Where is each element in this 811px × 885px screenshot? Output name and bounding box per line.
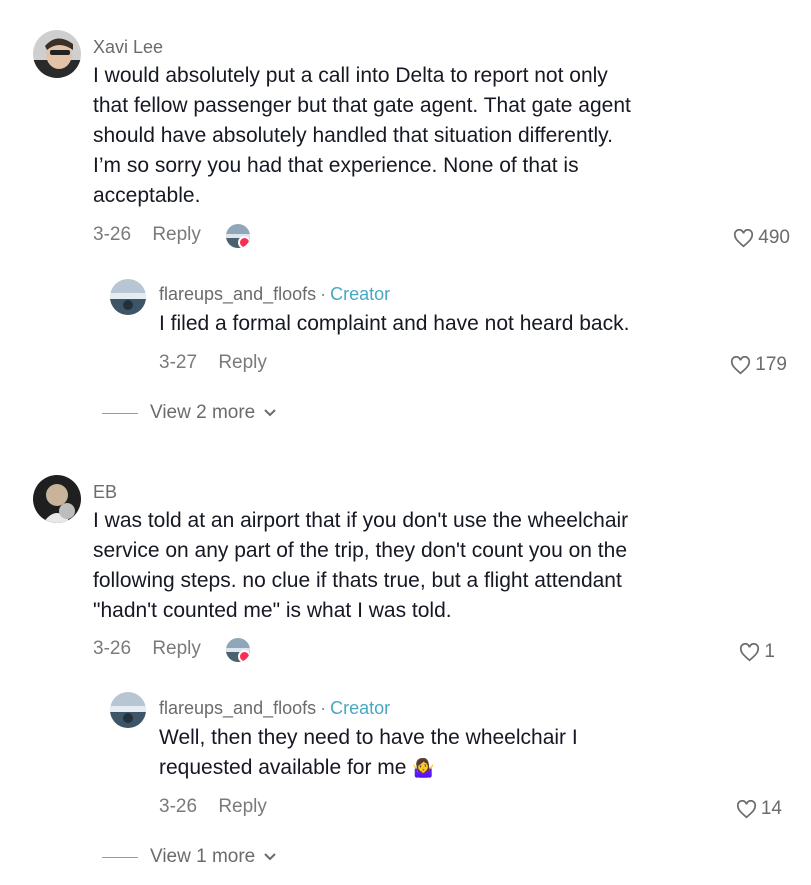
avatar[interactable] — [33, 475, 81, 523]
like-count: 179 — [755, 354, 787, 375]
like-count: 1 — [764, 641, 775, 662]
comment-text-line: service on any part of the trip, they do… — [93, 539, 628, 562]
reply-username-line: flareups_and_floofs · Creator — [159, 283, 390, 305]
comment-text: I was told at an airport that if you don… — [93, 506, 793, 626]
reply-text-line: requested available for me 🤷‍♀️ — [159, 753, 779, 783]
comment-username[interactable]: EB — [93, 481, 117, 503]
reply-username-line: flareups_and_floofs · Creator — [159, 697, 390, 719]
comment-text-line: I’m so sorry you had that experience. No… — [93, 154, 579, 177]
comment-username[interactable]: Xavi Lee — [93, 36, 163, 58]
comment-meta: 3-26 Reply — [93, 637, 201, 661]
reply-button[interactable]: Reply — [218, 352, 267, 373]
heart-outline-icon — [740, 642, 760, 661]
separator: · — [320, 698, 327, 718]
comment-date: 3-26 — [93, 224, 132, 245]
heart-outline-icon — [736, 799, 756, 818]
view-more-replies-button[interactable]: View 1 more — [102, 845, 277, 869]
reply-button[interactable]: Reply — [218, 796, 267, 817]
comment-meta: 3-26 Reply — [93, 223, 201, 247]
avatar[interactable] — [33, 30, 81, 78]
chevron-down-icon — [264, 409, 276, 417]
comment-date: 3-26 — [93, 638, 132, 659]
chevron-down-icon — [264, 853, 276, 861]
reply-meta: 3-26 Reply — [159, 795, 267, 819]
like-button[interactable]: 179 — [730, 353, 787, 377]
liked-by-creator-badge — [238, 236, 250, 248]
comment-text-line: that fellow passenger but that gate agen… — [93, 94, 631, 117]
divider-line — [102, 412, 138, 414]
creator-badge: Creator — [330, 284, 391, 304]
reply-avatar[interactable] — [110, 692, 146, 728]
heart-outline-icon — [731, 355, 751, 374]
divider-line — [102, 856, 138, 858]
like-count: 490 — [758, 227, 790, 248]
view-more-label: View 2 more — [150, 402, 256, 423]
creator-liked-avatar-icon[interactable] — [226, 638, 250, 662]
reply-button[interactable]: Reply — [152, 224, 201, 245]
like-count: 14 — [760, 798, 782, 819]
like-button[interactable]: 1 — [739, 640, 775, 664]
comment-text-line: "hadn't counted me" is what I was told. — [93, 599, 452, 622]
reply-text: Well, then they need to have the wheelch… — [159, 723, 779, 783]
reply-username[interactable]: flareups_and_floofs — [159, 698, 316, 718]
reply-avatar[interactable] — [110, 279, 146, 315]
comment-1: Xavi Lee I would absolutely put a call i… — [0, 0, 811, 440]
view-more-replies-button[interactable]: View 2 more — [102, 401, 277, 425]
reply-text: I filed a formal complaint and have not … — [159, 309, 779, 339]
liked-by-creator-badge — [238, 650, 250, 662]
reply-text-line: Well, then they need to have the wheelch… — [159, 726, 578, 749]
reply-text-line-2: requested available for me — [159, 756, 407, 779]
separator: · — [320, 284, 327, 304]
comment-2: EB I was told at an airport that if you … — [0, 440, 811, 885]
shrug-emoji: 🤷‍♀️ — [412, 758, 435, 778]
comment-text-line: acceptable. — [93, 184, 201, 207]
reply-meta: 3-27 Reply — [159, 351, 267, 375]
reply-date: 3-27 — [159, 352, 198, 373]
comment-text: I would absolutely put a call into Delta… — [93, 61, 793, 211]
like-button[interactable]: 490 — [733, 226, 790, 250]
reply-username[interactable]: flareups_and_floofs — [159, 284, 316, 304]
creator-badge: Creator — [330, 698, 391, 718]
comment-text-line: should have absolutely handled that situ… — [93, 124, 613, 147]
reply-date: 3-26 — [159, 796, 198, 817]
comment-text-line: I was told at an airport that if you don… — [93, 509, 629, 532]
reply-button[interactable]: Reply — [152, 638, 201, 659]
view-more-label: View 1 more — [150, 846, 256, 867]
comment-text-line: following steps. no clue if thats true, … — [93, 569, 622, 592]
heart-outline-icon — [734, 228, 754, 247]
reply-text-line: I filed a formal complaint and have not … — [159, 312, 630, 335]
like-button[interactable]: 14 — [736, 797, 782, 821]
creator-liked-avatar-icon[interactable] — [226, 224, 250, 248]
comment-text-line: I would absolutely put a call into Delta… — [93, 64, 608, 87]
